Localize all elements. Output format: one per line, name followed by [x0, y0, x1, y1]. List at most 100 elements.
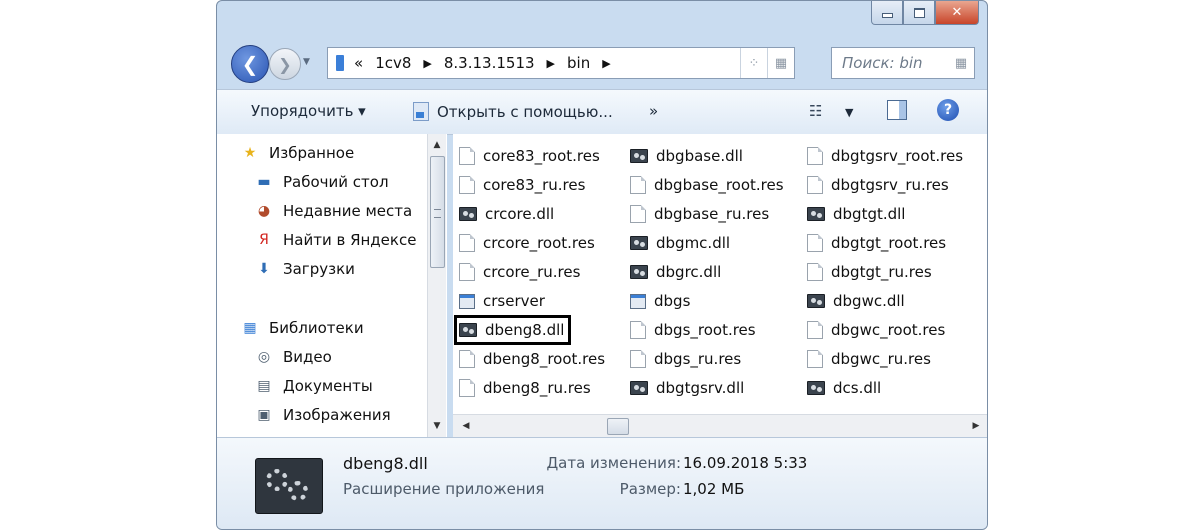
file-item[interactable]: dbgbase_root.res [630, 173, 784, 197]
file-item[interactable]: dbgbase_ru.res [630, 202, 769, 226]
resource-file-icon [630, 350, 646, 368]
nav-item-label: Загрузки [283, 260, 355, 278]
minimize-button[interactable] [871, 1, 903, 25]
file-item[interactable]: core83_ru.res [459, 173, 585, 197]
file-name: dbgmc.dll [656, 234, 731, 252]
address-dropdown-button[interactable]: ⁘ [740, 48, 767, 78]
scroll-down-button[interactable]: ▼ [428, 417, 446, 435]
selected-file-type: Расширение приложения [343, 480, 545, 498]
resource-file-icon [630, 205, 646, 223]
breadcrumb-chevron-icon[interactable]: ▶ [423, 57, 431, 70]
file-list-scrollbar[interactable]: ◀ ▶ [453, 414, 987, 437]
file-item[interactable]: dbgtgsrv.dll [630, 376, 744, 400]
breadcrumb-chevron-icon[interactable]: ▶ [602, 57, 610, 70]
horizontal-scroll-thumb[interactable] [607, 418, 629, 435]
dll-file-icon [255, 458, 323, 514]
open-with-button[interactable]: Открыть с помощью... [413, 102, 613, 121]
file-item[interactable]: dbeng8_root.res [459, 347, 605, 371]
file-item[interactable]: dbgwc_ru.res [807, 347, 931, 371]
file-item[interactable]: dbgtgt_root.res [807, 231, 946, 255]
refresh-button[interactable]: ▦ [767, 48, 794, 78]
dll-file-icon [807, 207, 825, 221]
file-item[interactable]: crserver [459, 289, 545, 313]
file-name: dbgbase.dll [656, 147, 743, 165]
file-item[interactable]: dbgtgt_ru.res [807, 260, 932, 284]
dll-file-icon [459, 323, 477, 337]
address-overflow-chevron[interactable]: « [354, 54, 363, 72]
recent-pages-dropdown[interactable]: ▼ [303, 57, 310, 67]
nav-item[interactable]: ▣ Изображения [255, 406, 390, 424]
modified-value: 16.09.2018 5:33 [683, 454, 808, 472]
view-options-dropdown[interactable]: ▼ [845, 106, 853, 119]
file-item[interactable]: dbgtgsrv_root.res [807, 144, 963, 168]
maximize-button[interactable] [903, 1, 935, 25]
scroll-up-button[interactable]: ▲ [428, 136, 446, 154]
file-item[interactable]: dbgmc.dll [630, 231, 730, 255]
nav-item[interactable]: ◕ Недавние места [255, 202, 412, 220]
file-item[interactable]: crcore.dll [459, 202, 554, 226]
downloads-icon: ⬇ [258, 261, 270, 277]
nav-item-label: Недавние места [283, 202, 413, 220]
back-button[interactable]: ❮ [231, 45, 269, 83]
dll-file-icon [807, 294, 825, 308]
nav-item[interactable]: ⬇ Загрузки [255, 260, 355, 278]
file-item[interactable]: dbgwc.dll [807, 289, 905, 313]
address-bar[interactable]: « 1cv8 ▶ 8.3.13.1513 ▶ bin ▶ ⁘ ▦ [327, 47, 795, 79]
scroll-right-button[interactable]: ▶ [967, 415, 985, 437]
file-item[interactable]: dbgs_ru.res [630, 347, 741, 371]
change-view-icon[interactable]: ☷ [809, 102, 822, 120]
help-icon[interactable]: ? [937, 99, 959, 121]
file-item[interactable]: crcore_ru.res [459, 260, 580, 284]
dll-file-icon [630, 149, 648, 163]
file-name: dbeng8_root.res [483, 350, 606, 368]
file-name: core83_ru.res [483, 176, 586, 194]
search-input[interactable]: Поиск: bin ▦ [831, 47, 975, 79]
breadcrumb-segment[interactable]: 1cv8 [375, 54, 411, 72]
application-icon [459, 293, 475, 309]
more-commands-button[interactable]: » [649, 102, 658, 120]
nav-item[interactable]: Я Найти в Яндексе [255, 231, 416, 249]
file-name: dbeng8.dll [485, 321, 565, 339]
nav-item[interactable]: ★ Избранное [241, 144, 354, 162]
file-item[interactable]: dbgrc.dll [630, 260, 721, 284]
file-item[interactable]: dbgbase.dll [630, 144, 743, 168]
yandex-icon: Я [259, 232, 269, 248]
file-item[interactable]: dbgtgt.dll [807, 202, 905, 226]
nav-item[interactable]: ▦ Библиотеки [241, 319, 363, 337]
grip-icon [434, 209, 441, 218]
scroll-thumb[interactable] [430, 156, 445, 268]
organize-button[interactable]: Упорядочить ▾ [251, 102, 366, 120]
nav-item[interactable]: ▤ Документы [255, 377, 372, 395]
file-item[interactable]: dbgs [630, 289, 690, 313]
file-item[interactable]: core83_root.res [459, 144, 600, 168]
navigation-pane: ★ Избранное ▬ Рабочий стол ◕ Недавние места Я Н… [217, 134, 447, 437]
resource-file-icon [459, 234, 475, 252]
images-icon: ▣ [257, 407, 271, 423]
nav-item[interactable]: ◎ Видео [255, 348, 332, 366]
forward-button[interactable]: ❯ [269, 48, 301, 80]
file-item[interactable]: dbgwc_root.res [807, 318, 945, 342]
file-name: dbgbase_root.res [654, 176, 784, 194]
file-item-selected[interactable]: dbeng8.dll [454, 315, 572, 345]
file-name: crcore.dll [485, 205, 555, 223]
recent-places-icon: ◕ [257, 203, 271, 219]
breadcrumb-segment[interactable]: 8.3.13.1513 [444, 54, 535, 72]
maximize-icon [913, 7, 925, 18]
preview-pane-icon[interactable] [887, 100, 907, 120]
file-name: dbgwc.dll [833, 292, 905, 310]
search-icon[interactable]: ▦ [948, 56, 974, 71]
file-item[interactable]: crcore_root.res [459, 231, 595, 255]
file-item[interactable]: dbeng8_ru.res [459, 376, 591, 400]
file-item[interactable]: dbgtgsrv_ru.res [807, 173, 949, 197]
breadcrumb-chevron-icon[interactable]: ▶ [547, 57, 555, 70]
breadcrumb-segment[interactable]: bin [567, 54, 590, 72]
file-item[interactable]: dbgs_root.res [630, 318, 756, 342]
modified-label: Дата изменения: [546, 454, 681, 472]
file-name: dbgtgsrv.dll [656, 379, 745, 397]
nav-scrollbar[interactable]: ▲ ▼ [427, 134, 446, 437]
file-name: dbgs [654, 292, 691, 310]
close-button[interactable]: ✕ [935, 1, 979, 25]
nav-item[interactable]: ▬ Рабочий стол [255, 173, 388, 191]
file-item[interactable]: dcs.dll [807, 376, 881, 400]
scroll-left-button[interactable]: ◀ [457, 415, 475, 437]
